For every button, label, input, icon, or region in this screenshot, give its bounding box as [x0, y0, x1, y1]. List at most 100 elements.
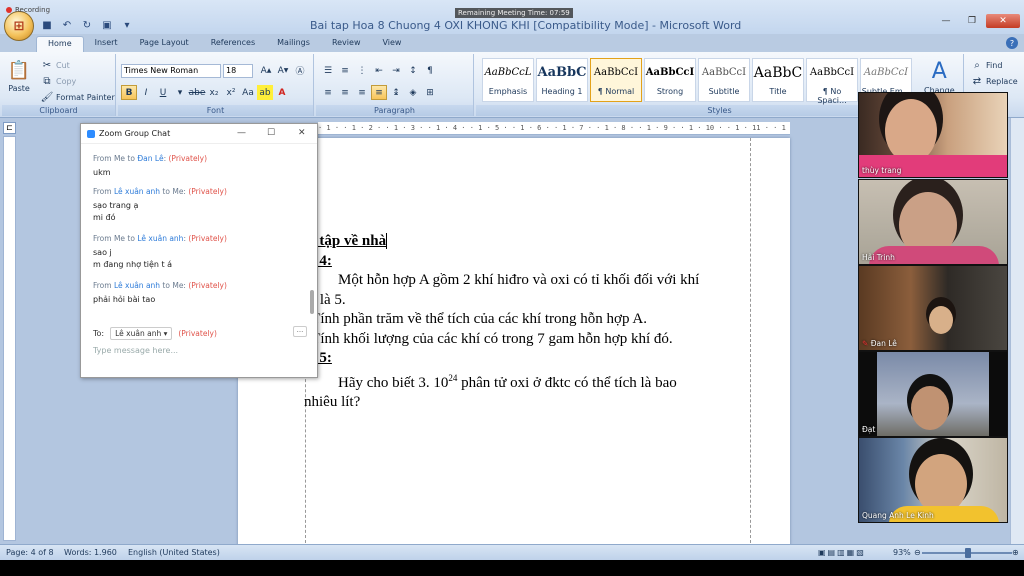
- tab-review[interactable]: Review: [321, 36, 372, 52]
- align-left-icon[interactable]: ≡: [320, 85, 336, 100]
- participant-name: Đan Lê: [870, 339, 897, 348]
- recipient-select[interactable]: Lê xuân anh ▾: [110, 327, 173, 340]
- video-tile[interactable]: thùy trang: [858, 92, 1008, 178]
- font-color-icon[interactable]: A: [274, 85, 290, 100]
- zoom-out-icon[interactable]: ⊖: [914, 548, 921, 557]
- zoom-in-icon[interactable]: ⊕: [1012, 548, 1019, 557]
- replace-button[interactable]: ⇄ Replace: [970, 74, 1018, 88]
- minimize-button[interactable]: —: [934, 14, 958, 28]
- message-meta: From Me to Lê xuân anh: (Privately): [93, 234, 227, 243]
- meta-sender[interactable]: Lê xuân anh: [114, 187, 160, 196]
- save-icon[interactable]: ■: [40, 19, 54, 31]
- multilevel-list-icon[interactable]: ⋮: [354, 63, 370, 78]
- cut-button[interactable]: ✂ Cut: [40, 58, 70, 72]
- customize-toolbar-icon[interactable]: ▾: [120, 19, 134, 31]
- bold-icon[interactable]: B: [121, 85, 137, 100]
- style-title[interactable]: AaBbC Title: [752, 58, 804, 102]
- clear-format-icon[interactable]: Ⓐ: [292, 63, 308, 78]
- more-options-button[interactable]: ...: [293, 326, 307, 337]
- font-group-label: Font: [118, 105, 313, 116]
- font-name-select[interactable]: Times New Roman: [121, 64, 221, 78]
- video-tile[interactable]: Quang Anh Le Kinh: [858, 437, 1008, 523]
- minimize-chat-icon[interactable]: —: [237, 128, 246, 138]
- highlight-icon[interactable]: ab: [257, 85, 273, 100]
- close-chat-icon[interactable]: ✕: [298, 128, 306, 138]
- help-icon[interactable]: ?: [1006, 37, 1018, 49]
- record-icon: [6, 7, 12, 13]
- video-tile[interactable]: ✎ Đan Lê: [858, 265, 1008, 351]
- increase-indent-icon[interactable]: ⇥: [388, 63, 404, 78]
- align-center-icon[interactable]: ≡: [337, 85, 353, 100]
- paragraph-group: ☰ ≡ ⋮ ⇤ ⇥ ↕ ¶ ≡ ≡ ≡ ≡ ↨ ◈ ⊞ Paragraph: [316, 54, 474, 116]
- vertical-scrollbar[interactable]: [1010, 118, 1024, 544]
- shading-icon[interactable]: ◈: [405, 85, 421, 100]
- recording-label: Recording: [15, 6, 51, 14]
- style-emphasis[interactable]: AaBbCcL Emphasis: [482, 58, 534, 102]
- video-tile[interactable]: Đạt: [858, 351, 1008, 437]
- page-count[interactable]: Page: 4 of 8: [6, 548, 54, 557]
- restore-button[interactable]: ❐: [960, 14, 984, 28]
- meta-sender[interactable]: Đan Lê: [137, 154, 163, 163]
- word-count[interactable]: Words: 1.960: [64, 548, 117, 557]
- ruler-toggle[interactable]: ⊏: [3, 122, 16, 134]
- zoom-chat-panel: Zoom Group Chat — ☐ ✕ From Me to Đan Lê:…: [80, 123, 318, 378]
- sort-icon[interactable]: ↕: [405, 63, 421, 78]
- language-indicator[interactable]: English (United States): [128, 548, 220, 557]
- document-body[interactable]: ài tập về nhà ài 4: Một hỗn hợp A gồm 2 …: [304, 232, 751, 413]
- tab-references[interactable]: References: [200, 36, 266, 52]
- numbering-icon[interactable]: ≡: [337, 63, 353, 78]
- tab-view[interactable]: View: [371, 36, 412, 52]
- change-styles-button[interactable]: A Change: [924, 58, 955, 96]
- meta-sender[interactable]: Lê xuân anh: [114, 281, 160, 290]
- print-preview-icon[interactable]: ▣: [100, 19, 114, 31]
- vertical-ruler: [3, 136, 16, 541]
- redo-icon[interactable]: ↻: [80, 19, 94, 31]
- show-marks-icon[interactable]: ¶: [422, 63, 438, 78]
- style-subtitle[interactable]: AaBbCcI Subtitle: [698, 58, 750, 102]
- subscript-icon[interactable]: x₂: [206, 85, 222, 100]
- meta-from: From Me to: [93, 234, 138, 243]
- tab-mailings[interactable]: Mailings: [266, 36, 321, 52]
- copy-button[interactable]: ⧉ Copy: [40, 74, 76, 88]
- borders-icon[interactable]: ⊞: [422, 85, 438, 100]
- chat-scrollbar[interactable]: [310, 290, 314, 314]
- tab-insert[interactable]: Insert: [84, 36, 129, 52]
- italic-icon[interactable]: I: [138, 85, 154, 100]
- change-case-icon[interactable]: Aa: [240, 85, 256, 100]
- justify-icon[interactable]: ≡: [371, 85, 387, 100]
- style-normal[interactable]: AaBbCcI ¶ Normal: [590, 58, 642, 102]
- video-tile[interactable]: Hải Trinh: [858, 179, 1008, 265]
- close-button[interactable]: ✕: [986, 14, 1020, 28]
- office-button[interactable]: ⊞: [4, 11, 34, 41]
- format-painter-button[interactable]: 🖌 Format Painter: [40, 90, 115, 104]
- maximize-chat-icon[interactable]: ☐: [267, 128, 275, 138]
- zoom-slider-thumb[interactable]: [965, 548, 971, 558]
- decrease-indent-icon[interactable]: ⇤: [371, 63, 387, 78]
- paste-button[interactable]: 📋 Paste: [8, 58, 30, 94]
- document-page[interactable]: ài tập về nhà ài 4: Một hỗn hợp A gồm 2 …: [238, 138, 790, 548]
- style-heading-1[interactable]: AaBbC Heading 1: [536, 58, 588, 102]
- underline-dropdown-icon[interactable]: ▾: [172, 85, 188, 100]
- zoom-level[interactable]: 93%: [893, 548, 911, 557]
- style-no-spacing[interactable]: AaBbCcI ¶ No Spaci...: [806, 58, 858, 105]
- find-button[interactable]: ⌕ Find: [970, 58, 1002, 72]
- strikethrough-icon[interactable]: abe: [189, 85, 206, 100]
- underline-icon[interactable]: U: [155, 85, 171, 100]
- tab-home[interactable]: Home: [36, 36, 84, 52]
- font-size-select[interactable]: 18: [223, 64, 253, 78]
- zoom-logo-icon: [87, 129, 95, 138]
- align-right-icon[interactable]: ≡: [354, 85, 370, 100]
- style-strong[interactable]: AaBbCcI Strong: [644, 58, 696, 102]
- tab-page-layout[interactable]: Page Layout: [129, 36, 200, 52]
- superscript-icon[interactable]: x²: [223, 85, 239, 100]
- style-name: Title: [769, 87, 787, 96]
- meta-from: From: [93, 281, 114, 290]
- line-spacing-icon[interactable]: ↨: [388, 85, 404, 100]
- shrink-font-icon[interactable]: A ▼: [275, 63, 291, 78]
- bullets-icon[interactable]: ☰: [320, 63, 336, 78]
- undo-icon[interactable]: ↶: [60, 19, 74, 31]
- chat-message-input[interactable]: Type message here...: [93, 346, 178, 355]
- grow-font-icon[interactable]: A ▲: [258, 63, 274, 78]
- view-buttons[interactable]: ▣▤▥▦▧: [818, 548, 866, 557]
- meta-sender[interactable]: Lê xuân anh: [137, 234, 183, 243]
